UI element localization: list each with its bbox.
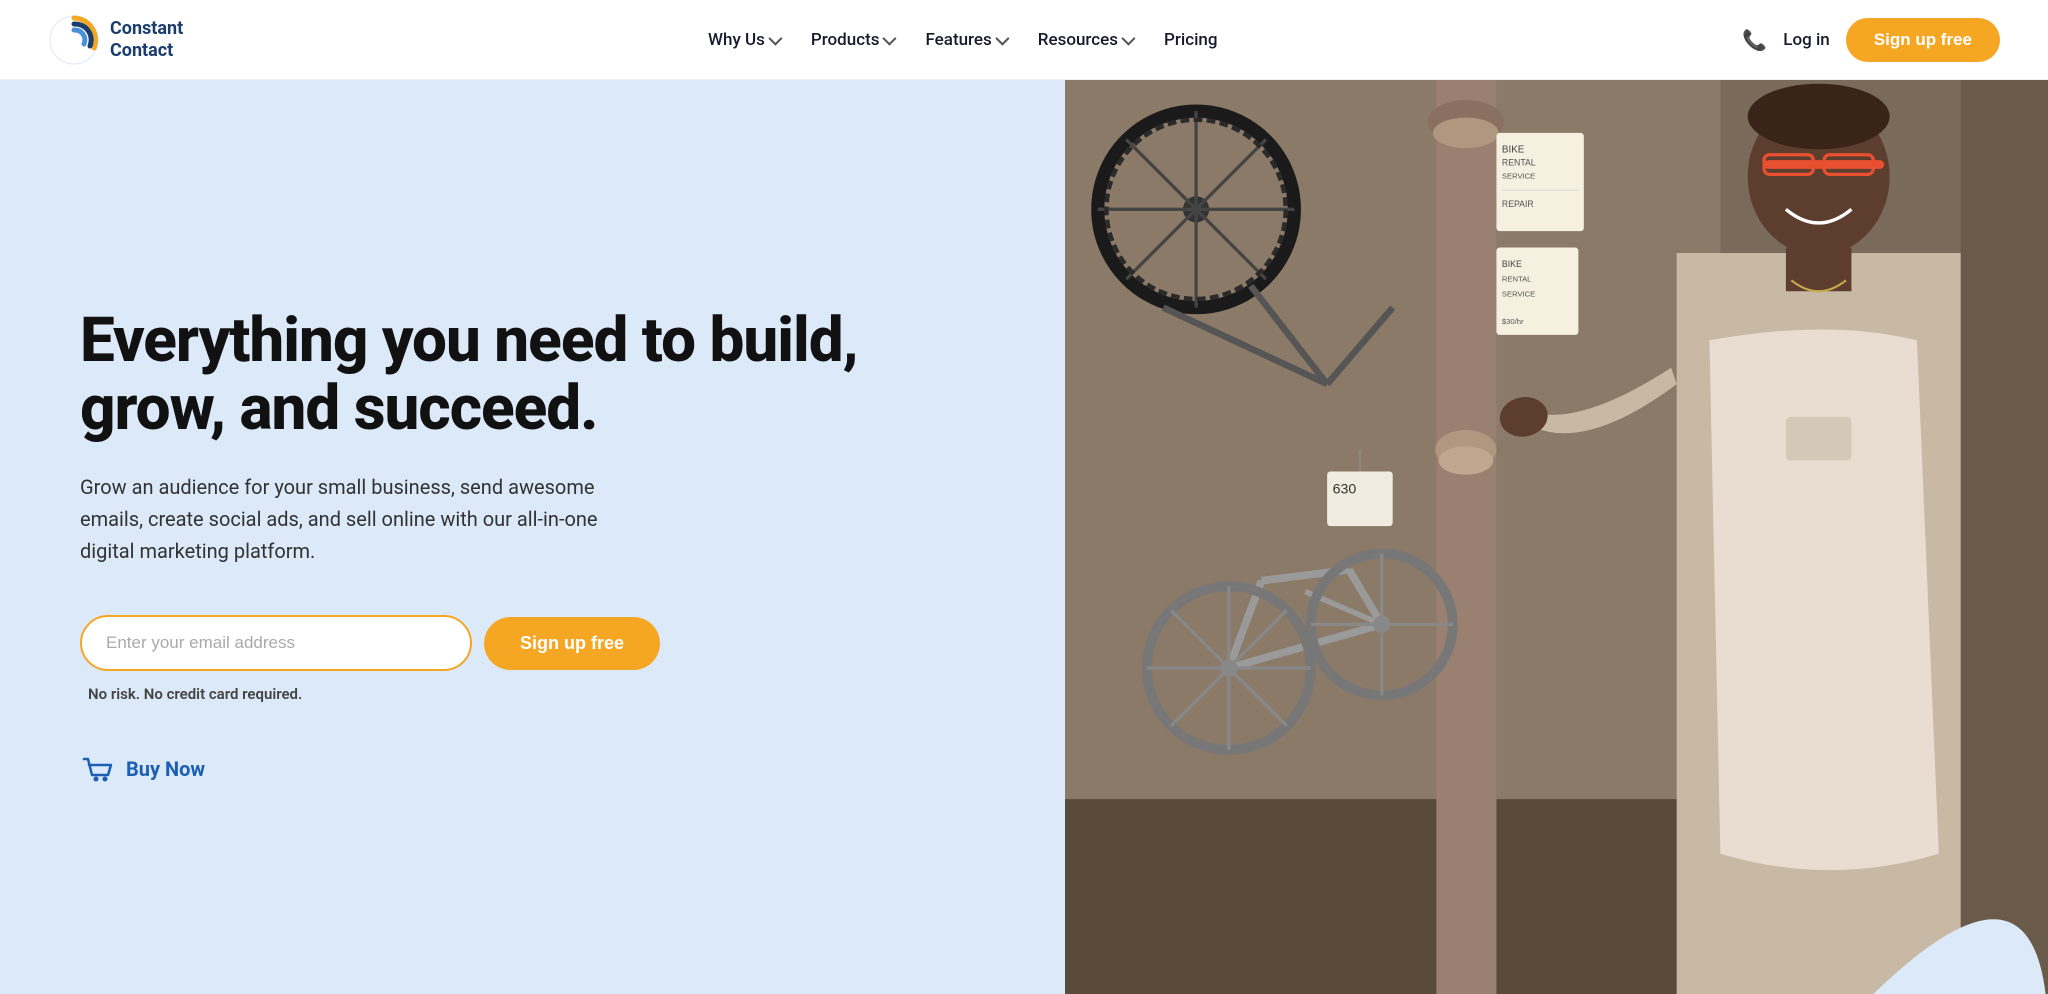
- chevron-down-icon: [768, 31, 782, 45]
- logo-text: Constant Contact: [110, 18, 183, 61]
- svg-text:RENTAL: RENTAL: [1502, 274, 1532, 283]
- logo-icon: [48, 14, 100, 66]
- hero-form: Sign up free: [80, 615, 660, 671]
- nav-right: 📞 Log in Sign up free: [1742, 18, 2000, 62]
- buy-now-label: Buy Now: [126, 757, 205, 781]
- svg-text:SERVICE: SERVICE: [1502, 172, 1535, 181]
- navbar: Constant Contact Why Us Products Feature…: [0, 0, 2048, 80]
- chevron-down-icon: [883, 31, 897, 45]
- chevron-down-icon: [1121, 31, 1135, 45]
- svg-text:SERVICE: SERVICE: [1502, 290, 1535, 299]
- no-risk-text: No risk. No credit card required.: [88, 685, 985, 703]
- hero-photo: 630 BIKE RENTAL SERVICE REPAIR BIKE RENT…: [1065, 80, 2048, 994]
- hero-signup-button[interactable]: Sign up free: [484, 617, 660, 670]
- nav-item-features[interactable]: Features: [913, 22, 1017, 58]
- hero-subtitle: Grow an audience for your small business…: [80, 471, 600, 567]
- phone-icon[interactable]: 📞: [1742, 28, 1767, 52]
- nav-links: Why Us Products Features Resources P: [696, 22, 1230, 58]
- email-input[interactable]: [80, 615, 472, 671]
- nav-item-resources[interactable]: Resources: [1026, 22, 1144, 58]
- nav-item-why-us[interactable]: Why Us: [696, 22, 791, 58]
- svg-text:RENTAL: RENTAL: [1502, 158, 1536, 168]
- hero-image-area: 630 BIKE RENTAL SERVICE REPAIR BIKE RENT…: [1065, 80, 2048, 994]
- svg-text:BIKE: BIKE: [1502, 145, 1525, 156]
- svg-text:REPAIR: REPAIR: [1502, 199, 1534, 209]
- nav-item-pricing[interactable]: Pricing: [1152, 22, 1230, 58]
- login-link[interactable]: Log in: [1783, 30, 1829, 50]
- signup-button[interactable]: Sign up free: [1846, 18, 2000, 62]
- hero-title: Everything you need to build, grow, and …: [80, 307, 985, 443]
- hero-section: Everything you need to build, grow, and …: [0, 80, 2048, 994]
- buy-now-link[interactable]: Buy Now: [80, 751, 985, 787]
- nav-item-products[interactable]: Products: [799, 22, 906, 58]
- logo[interactable]: Constant Contact: [48, 14, 183, 66]
- hero-content: Everything you need to build, grow, and …: [0, 80, 1065, 994]
- cart-icon: [80, 751, 116, 787]
- svg-text:$30/hr: $30/hr: [1502, 317, 1524, 326]
- chevron-down-icon: [995, 31, 1009, 45]
- svg-text:BIKE: BIKE: [1502, 259, 1522, 269]
- svg-text:630: 630: [1333, 481, 1357, 497]
